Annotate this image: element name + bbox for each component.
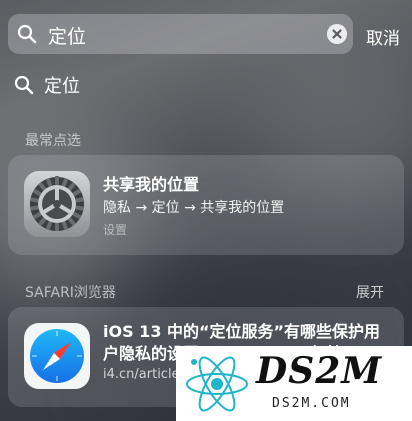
watermark: DS2M DS2M.COM (176, 346, 412, 421)
expand-button[interactable]: 展开 (356, 282, 384, 302)
safari-compass-icon (24, 323, 90, 389)
spotlight-search-screen: 定位 取消 定位 最常点选 共享我的位置 隐私 → 定位 → 共享我的位置 设置… (0, 0, 412, 421)
watermark-site: DS2M.COM (272, 396, 351, 411)
section-title-top-hits: 最常点选 (25, 133, 81, 149)
top-hit-result-card[interactable]: 共享我的位置 隐私 → 定位 → 共享我的位置 设置 (8, 155, 404, 255)
section-title-safari: SAFARI浏览器 (25, 285, 116, 301)
search-icon (14, 75, 34, 95)
result-url: i4.cn/article (103, 367, 180, 382)
settings-gear-icon (24, 171, 90, 237)
result-title: 共享我的位置 (103, 175, 200, 194)
search-field[interactable]: 定位 (8, 14, 353, 54)
result-app-name: 设置 (103, 223, 128, 237)
search-query-text[interactable]: 定位 (48, 22, 86, 49)
atom-logo-icon (186, 356, 248, 412)
cancel-button[interactable]: 取消 (366, 24, 400, 49)
suggestion-label: 定位 (44, 76, 80, 97)
clear-text-icon[interactable] (327, 24, 347, 44)
watermark-brand: DS2M (256, 350, 383, 392)
result-path: 隐私 → 定位 → 共享我的位置 (103, 200, 285, 216)
search-suggestion[interactable]: 定位 (14, 70, 80, 100)
search-icon (17, 24, 37, 44)
